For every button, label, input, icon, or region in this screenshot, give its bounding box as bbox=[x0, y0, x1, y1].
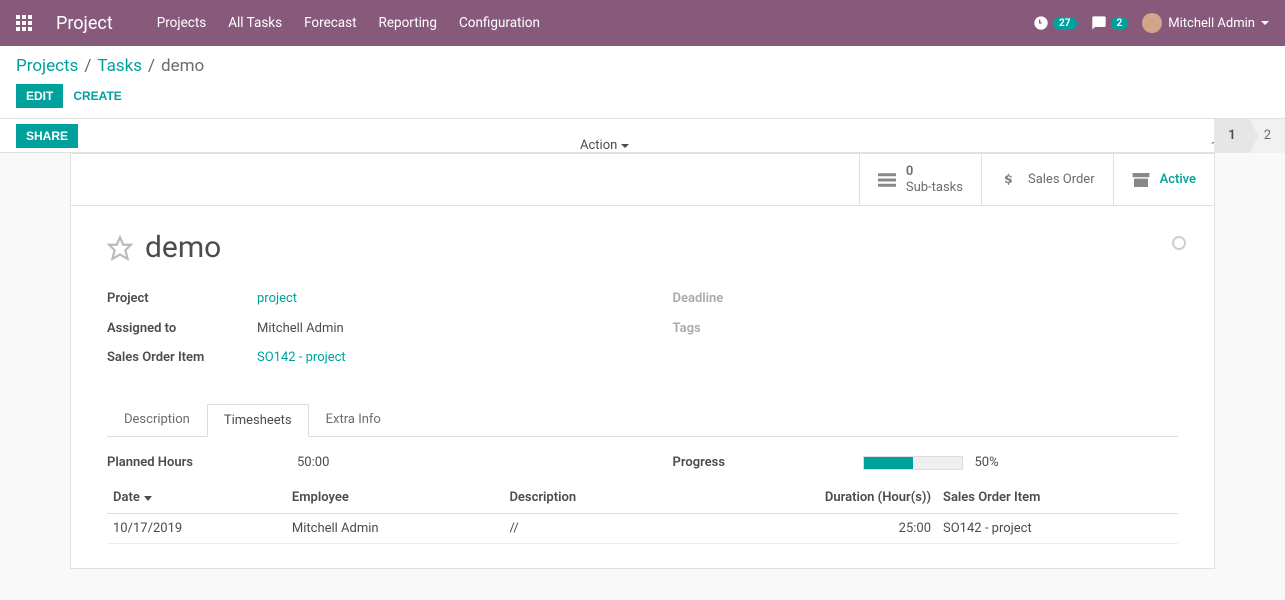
tab-description[interactable]: Description bbox=[107, 403, 207, 436]
subtasks-button[interactable]: 0 Sub-tasks bbox=[859, 154, 981, 205]
apps-grid-icon[interactable] bbox=[16, 15, 32, 31]
action-label: Action bbox=[580, 138, 617, 153]
task-title: demo bbox=[145, 230, 221, 265]
label-progress: Progress bbox=[673, 455, 823, 470]
label-deadline: Deadline bbox=[673, 287, 823, 310]
stage-steps: 1 2 bbox=[1214, 119, 1285, 153]
active-button[interactable]: Active bbox=[1113, 154, 1214, 205]
sales-order-button[interactable]: Sales Order bbox=[981, 154, 1113, 205]
user-menu[interactable]: Mitchell Admin bbox=[1142, 13, 1269, 33]
th-employee[interactable]: Employee bbox=[286, 482, 504, 514]
chevron-down-icon bbox=[1261, 21, 1269, 25]
star-icon[interactable] bbox=[107, 235, 133, 261]
breadcrumb-projects[interactable]: Projects bbox=[16, 56, 78, 76]
breadcrumb: Projects / Tasks / demo bbox=[16, 56, 1269, 76]
cell-employee: Mitchell Admin bbox=[286, 514, 504, 544]
progress-percent: 50% bbox=[975, 455, 999, 470]
list-icon bbox=[878, 173, 896, 187]
nav-reporting[interactable]: Reporting bbox=[379, 15, 437, 31]
label-tags: Tags bbox=[673, 317, 823, 340]
breadcrumb-current: demo bbox=[161, 56, 204, 76]
label-assigned: Assigned to bbox=[107, 317, 257, 340]
subtasks-count: 0 bbox=[906, 164, 963, 180]
messages-count: 2 bbox=[1111, 17, 1129, 30]
avatar bbox=[1142, 13, 1162, 33]
app-brand[interactable]: Project bbox=[56, 13, 113, 34]
title-row: demo bbox=[107, 230, 1178, 265]
cell-duration: 25:00 bbox=[677, 514, 937, 544]
kanban-state-button[interactable] bbox=[1172, 236, 1186, 250]
breadcrumb-tasks[interactable]: Tasks bbox=[97, 56, 142, 76]
stage-bar: Share 1 2 bbox=[0, 119, 1285, 153]
value-assigned: Mitchell Admin bbox=[257, 317, 344, 340]
form-col-left: Project project Assigned to Mitchell Adm… bbox=[107, 287, 613, 375]
timesheet-summary: Planned Hours 50:00 Progress 50% bbox=[107, 455, 1178, 470]
timesheet-table: Date Employee Description Duration (Hour… bbox=[107, 482, 1178, 544]
edit-button[interactable]: Edit bbox=[16, 84, 63, 108]
stat-buttons: 0 Sub-tasks Sales Order Active bbox=[71, 154, 1214, 206]
action-dropdown[interactable]: Action bbox=[580, 138, 629, 153]
activities-button[interactable]: 27 bbox=[1033, 15, 1076, 31]
control-bar: Projects / Tasks / demo Edit Create Acti… bbox=[0, 46, 1285, 119]
label-so-item: Sales Order Item bbox=[107, 346, 257, 369]
breadcrumb-sep: / bbox=[148, 56, 155, 76]
form-columns: Project project Assigned to Mitchell Adm… bbox=[107, 287, 1178, 375]
archive-icon bbox=[1132, 173, 1150, 187]
top-navbar: Project Projects All Tasks Forecast Repo… bbox=[0, 0, 1285, 46]
nav-configuration[interactable]: Configuration bbox=[459, 15, 540, 31]
nav-projects[interactable]: Projects bbox=[157, 15, 207, 31]
form-col-right: Deadline Tags bbox=[673, 287, 1179, 375]
cell-date: 10/17/2019 bbox=[107, 514, 286, 544]
th-so-item[interactable]: Sales Order Item bbox=[937, 482, 1178, 514]
th-date[interactable]: Date bbox=[107, 482, 286, 514]
progress-bar bbox=[863, 456, 963, 470]
clock-icon bbox=[1033, 15, 1049, 31]
create-button[interactable]: Create bbox=[63, 84, 131, 108]
th-description[interactable]: Description bbox=[503, 482, 676, 514]
chevron-down-icon bbox=[621, 144, 629, 148]
table-row[interactable]: 10/17/2019 Mitchell Admin // 25:00 SO142… bbox=[107, 514, 1178, 544]
tab-extra-info[interactable]: Extra Info bbox=[309, 403, 398, 436]
tabs: Description Timesheets Extra Info bbox=[107, 403, 1178, 437]
label-project: Project bbox=[107, 287, 257, 310]
breadcrumb-sep: / bbox=[84, 56, 91, 76]
nav-all-tasks[interactable]: All Tasks bbox=[228, 15, 282, 31]
nav-right: 27 2 Mitchell Admin bbox=[1033, 13, 1269, 33]
activities-count: 27 bbox=[1053, 17, 1076, 30]
active-label: Active bbox=[1160, 172, 1196, 187]
subtasks-label: Sub-tasks bbox=[906, 180, 963, 196]
messages-button[interactable]: 2 bbox=[1091, 15, 1129, 31]
chat-icon bbox=[1091, 15, 1107, 31]
progress-fill bbox=[864, 457, 913, 469]
cell-so-item: SO142 - project bbox=[937, 514, 1178, 544]
value-planned-hours: 50:00 bbox=[297, 455, 329, 470]
value-so-item[interactable]: SO142 - project bbox=[257, 350, 346, 365]
sort-desc-icon bbox=[144, 496, 152, 501]
form-sheet: 0 Sub-tasks Sales Order Active demo bbox=[70, 153, 1215, 569]
share-button[interactable]: Share bbox=[16, 124, 78, 148]
dollar-icon bbox=[1000, 173, 1018, 187]
sales-order-label: Sales Order bbox=[1028, 172, 1095, 187]
tab-timesheets[interactable]: Timesheets bbox=[207, 404, 309, 437]
stage-1[interactable]: 1 bbox=[1214, 119, 1249, 153]
sheet-body: demo Project project Assigned to Mitchel… bbox=[71, 206, 1214, 568]
user-name: Mitchell Admin bbox=[1168, 16, 1255, 31]
value-project[interactable]: project bbox=[257, 291, 297, 306]
nav-menu: Projects All Tasks Forecast Reporting Co… bbox=[157, 15, 1033, 31]
nav-forecast[interactable]: Forecast bbox=[304, 15, 356, 31]
label-planned-hours: Planned Hours bbox=[107, 455, 257, 470]
cell-description: // bbox=[503, 514, 676, 544]
th-duration[interactable]: Duration (Hour(s)) bbox=[677, 482, 937, 514]
sheet-wrap: 0 Sub-tasks Sales Order Active demo bbox=[0, 153, 1285, 569]
